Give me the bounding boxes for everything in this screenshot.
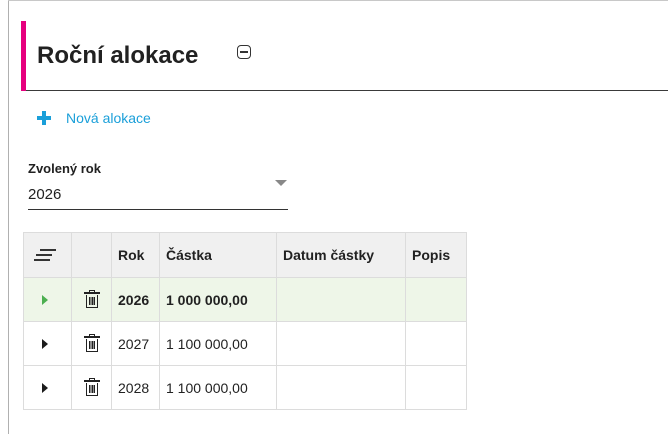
cell-castka[interactable]: 1 100 000,00 [159,321,277,366]
expand-arrow-icon[interactable] [42,338,48,349]
header-accent-bar [21,21,26,91]
cell-datum[interactable] [276,277,406,322]
column-header-rok[interactable]: Rok [111,232,160,278]
panel-top-border [8,0,668,1]
header-divider [26,90,668,91]
column-menu-icon [34,248,56,262]
plus-icon [37,111,51,125]
collapse-square-icon[interactable] [237,45,251,59]
cell-popis[interactable] [405,365,467,410]
page-title: Roční alokace [37,42,199,69]
row-expand-cell[interactable] [23,277,72,322]
column-header-popis[interactable]: Popis [405,232,467,278]
cell-rok[interactable]: 2028 [111,365,160,410]
allocation-table: Rok Částka Datum částky Popis 2026 1 000… [23,232,467,410]
chevron-down-icon[interactable] [275,180,287,186]
column-header-actions [71,232,112,278]
year-select-label: Zvolený rok [28,161,101,176]
cell-datum[interactable] [276,365,406,410]
row-delete-cell[interactable] [71,277,112,322]
row-delete-cell[interactable] [71,321,112,366]
table-row[interactable]: 2026 1 000 000,00 [23,277,467,322]
cell-castka[interactable]: 1 000 000,00 [159,277,277,322]
trash-icon[interactable] [83,378,100,397]
new-allocation-label: Nová alokace [66,110,151,126]
column-header-datum[interactable]: Datum částky [276,232,406,278]
new-allocation-button[interactable]: Nová alokace [37,107,151,129]
cell-rok[interactable]: 2026 [111,277,160,322]
expand-arrow-icon[interactable] [42,294,48,305]
expand-arrow-icon[interactable] [42,382,48,393]
trash-icon[interactable] [83,334,100,353]
column-header-castka[interactable]: Částka [159,232,277,278]
cell-popis[interactable] [405,277,467,322]
table-row[interactable]: 2027 1 100 000,00 [23,321,467,366]
row-expand-cell[interactable] [23,365,72,410]
row-expand-cell[interactable] [23,321,72,366]
cell-popis[interactable] [405,321,467,366]
row-delete-cell[interactable] [71,365,112,410]
table-header-row: Rok Částka Datum částky Popis [23,232,467,278]
cell-rok[interactable]: 2027 [111,321,160,366]
column-menu-button[interactable] [23,232,72,278]
cell-datum[interactable] [276,321,406,366]
panel-left-border [8,0,9,434]
trash-icon[interactable] [83,290,100,309]
year-select[interactable]: 2026 [28,186,61,203]
cell-castka[interactable]: 1 100 000,00 [159,365,277,410]
year-select-underline [28,209,288,210]
table-row[interactable]: 2028 1 100 000,00 [23,365,467,410]
